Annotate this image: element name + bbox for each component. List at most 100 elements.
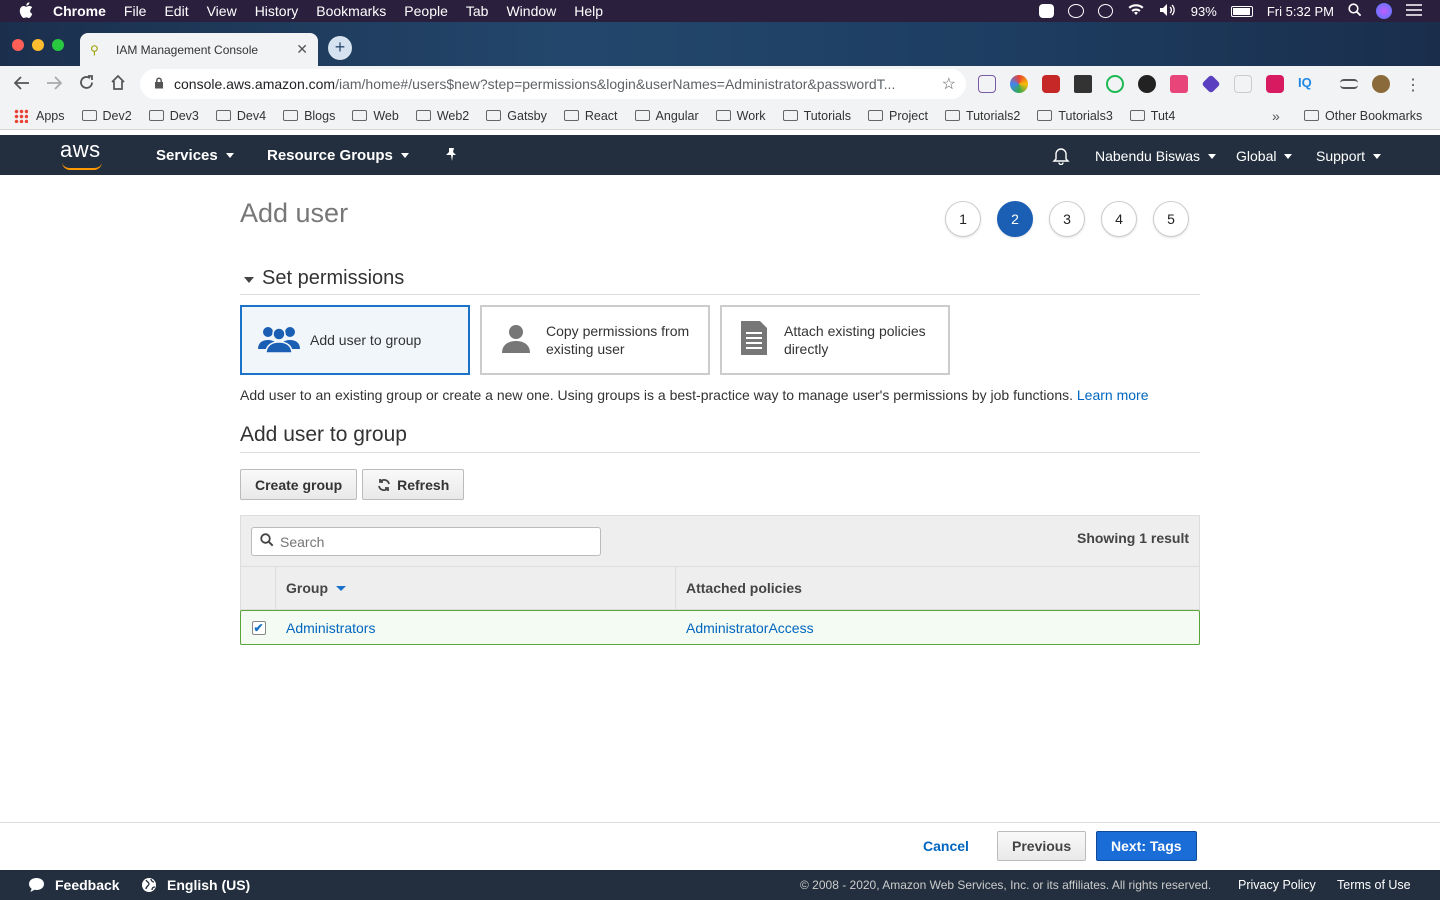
option-attach-policies[interactable]: Attach existing policies directly [720, 305, 950, 375]
step-1[interactable]: 1 [945, 201, 981, 237]
menu-window[interactable]: Window [506, 3, 556, 19]
menu-bookmarks[interactable]: Bookmarks [316, 3, 386, 19]
resource-groups-menu[interactable]: Resource Groups [267, 147, 409, 164]
json-viewer-extension-icon[interactable] [978, 75, 996, 93]
menu-help[interactable]: Help [574, 3, 603, 19]
group-name-link[interactable]: Administrators [276, 620, 676, 636]
new-tab-button[interactable]: + [328, 36, 352, 60]
chrome-menu-icon[interactable]: ⋮ [1404, 75, 1422, 94]
bookmark-folder[interactable]: React [563, 109, 618, 123]
lastpass-extension-icon[interactable] [1042, 75, 1060, 93]
reading-list-icon[interactable] [1340, 79, 1358, 89]
previous-button[interactable]: Previous [997, 831, 1087, 861]
reload-icon[interactable] [70, 74, 102, 95]
pin-icon[interactable] [444, 147, 458, 162]
bookmark-folder[interactable]: Tutorials2 [944, 109, 1020, 123]
menu-people[interactable]: People [404, 3, 448, 19]
creative-cloud-icon[interactable] [1067, 4, 1084, 18]
volume-icon[interactable] [1159, 3, 1177, 20]
language-selector[interactable]: English (US) [141, 877, 250, 893]
terms-of-use-link[interactable]: Terms of Use [1337, 878, 1411, 892]
menu-history[interactable]: History [255, 3, 299, 19]
apple-icon[interactable] [19, 1, 39, 21]
forward-icon[interactable] [38, 74, 70, 95]
step-2-active[interactable]: 2 [997, 201, 1033, 237]
task-check-icon[interactable] [1038, 4, 1054, 18]
lock-icon[interactable] [154, 77, 164, 92]
target-extension-icon[interactable] [1106, 75, 1124, 93]
bookmark-folder[interactable]: Dev4 [215, 109, 266, 123]
zoom-window-button[interactable] [52, 39, 64, 51]
feedback-button[interactable]: Feedback [28, 877, 120, 893]
browser-tab-iam[interactable]: ⚲ IAM Management Console ✕ [80, 33, 318, 66]
grammarly-extension-icon[interactable] [1138, 75, 1156, 93]
bookmark-folder[interactable]: Web [352, 109, 399, 123]
home-icon[interactable] [102, 74, 134, 95]
set-permissions-section[interactable]: Set permissions [240, 267, 1200, 295]
support-menu[interactable]: Support [1316, 148, 1382, 164]
notification-center-icon[interactable] [1406, 3, 1422, 19]
clock[interactable]: Fri 5:32 PM [1267, 4, 1334, 19]
account-menu[interactable]: Nabendu Biswas [1095, 148, 1217, 164]
bookmark-folder[interactable]: Work [715, 109, 766, 123]
policy-link[interactable]: AdministratorAccess [676, 620, 814, 636]
ui-extension-icon[interactable] [1266, 75, 1284, 93]
other-bookmarks[interactable]: Other Bookmarks [1304, 109, 1422, 123]
bookmark-star-icon[interactable]: ☆ [942, 74, 956, 94]
video-extension-icon[interactable] [1170, 75, 1188, 93]
bookmark-folder[interactable]: Tut4 [1129, 109, 1175, 123]
close-tab-icon[interactable]: ✕ [296, 41, 308, 58]
bookmark-folder[interactable]: Dev3 [148, 109, 199, 123]
search-field[interactable] [251, 527, 601, 556]
minimize-window-button[interactable] [32, 39, 44, 51]
cancel-button[interactable]: Cancel [923, 838, 969, 854]
table-row[interactable]: ✔ Administrators AdministratorAccess [240, 610, 1200, 645]
menu-app-name[interactable]: Chrome [53, 3, 106, 19]
column-header-group[interactable]: Group [276, 567, 676, 609]
region-menu[interactable]: Global [1236, 148, 1293, 164]
collapse-caret-icon[interactable] [244, 277, 254, 283]
battery-icon[interactable] [1230, 5, 1253, 17]
privacy-policy-link[interactable]: Privacy Policy [1238, 878, 1316, 892]
color-picker-extension-icon[interactable] [1010, 75, 1028, 93]
services-menu[interactable]: Services [156, 147, 234, 164]
step-3[interactable]: 3 [1049, 201, 1085, 237]
step-4[interactable]: 4 [1101, 201, 1137, 237]
back-icon[interactable] [6, 74, 38, 95]
time-machine-icon[interactable] [1097, 4, 1113, 18]
spotlight-search-icon[interactable] [1348, 2, 1362, 20]
bookmark-folder[interactable]: Tutorials3 [1037, 109, 1113, 123]
close-window-button[interactable] [12, 39, 24, 51]
next-tags-button[interactable]: Next: Tags [1096, 831, 1197, 861]
bookmark-apps[interactable]: Apps [14, 108, 65, 123]
pen-extension-icon[interactable] [1074, 75, 1092, 93]
sort-descending-icon[interactable] [336, 585, 346, 591]
learn-more-link[interactable]: Learn more [1077, 387, 1149, 403]
menu-file[interactable]: File [124, 3, 147, 19]
aws-logo[interactable]: aws [60, 139, 101, 161]
bookmark-folder[interactable]: Blogs [283, 109, 335, 123]
bookmark-folder[interactable]: Dev2 [81, 109, 132, 123]
bookmark-folder[interactable]: Gatsby [486, 109, 547, 123]
diamond-extension-icon[interactable] [1201, 74, 1221, 94]
iq-extension-icon[interactable]: IQ [1298, 75, 1318, 93]
bookmark-folder[interactable]: Tutorials [782, 109, 851, 123]
column-header-attached-policies[interactable]: Attached policies [676, 567, 812, 609]
step-5[interactable]: 5 [1153, 201, 1189, 237]
create-group-button[interactable]: Create group [240, 469, 358, 500]
menu-tab[interactable]: Tab [466, 3, 489, 19]
reader-extension-icon[interactable] [1234, 75, 1252, 93]
profile-avatar[interactable] [1372, 75, 1390, 93]
bookmarks-overflow-chevron[interactable]: » [1272, 108, 1280, 124]
wifi-icon[interactable] [1127, 3, 1145, 19]
option-add-user-to-group[interactable]: Add user to group [240, 305, 470, 375]
bell-icon[interactable] [1052, 148, 1070, 165]
option-copy-permissions[interactable]: Copy permissions from existing user [480, 305, 710, 375]
siri-icon[interactable] [1376, 3, 1392, 19]
menu-view[interactable]: View [207, 3, 237, 19]
row-checkbox[interactable]: ✔ [251, 620, 266, 635]
refresh-button[interactable]: Refresh [362, 469, 465, 500]
search-input[interactable] [280, 533, 580, 550]
bookmark-folder[interactable]: Web2 [415, 109, 469, 123]
address-bar[interactable]: console.aws.amazon.com /iam/home#/users$… [140, 69, 966, 99]
